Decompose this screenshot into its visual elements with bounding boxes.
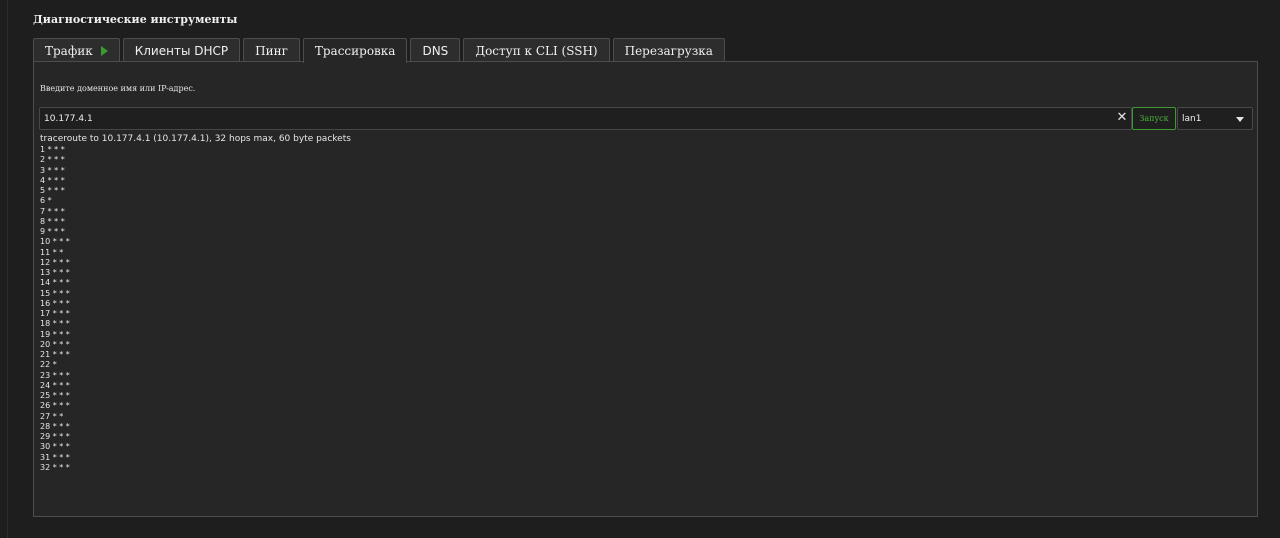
hop-line: 9 * * * bbox=[40, 227, 65, 236]
hop-line: 5 * * * bbox=[40, 186, 65, 195]
hop-line: 29 * * * bbox=[40, 432, 70, 441]
hop-line: 24 * * * bbox=[40, 380, 70, 390]
hop-line: 22 * bbox=[40, 360, 57, 370]
hop-line: 25 * * * bbox=[40, 391, 70, 400]
hop-line: 20 * * * bbox=[40, 339, 70, 349]
hop-line: 21 * * * bbox=[40, 350, 70, 359]
host-input[interactable] bbox=[39, 107, 1132, 130]
output-header-line: traceroute to 10.177.4.1 (10.177.4.1), 3… bbox=[40, 134, 351, 144]
hop-list: 1 * * * 2 * * * 3 * * * 4 * * * 5 * * * 6 * 7 … bbox=[40, 145, 1240, 473]
tab-bar: Трафик Клиенты DHCP Пинг Трассировка DNS… bbox=[33, 38, 725, 63]
tab-reboot-label: Перезагрузка bbox=[624, 43, 713, 58]
interface-select[interactable]: lan1 bbox=[1177, 107, 1253, 130]
hop-line: 30 * * * bbox=[40, 442, 70, 452]
hop-line: 7 * * * bbox=[40, 206, 65, 216]
close-icon[interactable]: ✕ bbox=[1115, 110, 1129, 126]
tab-dns[interactable]: DNS bbox=[410, 38, 461, 62]
tab-traceroute[interactable]: Трассировка bbox=[302, 38, 408, 63]
hop-line: 11 * * bbox=[40, 247, 64, 257]
hop-line: 2 * * * bbox=[40, 155, 65, 165]
tab-reboot[interactable]: Перезагрузка bbox=[612, 38, 725, 62]
section-title: Диагностические инструменты bbox=[33, 13, 238, 26]
play-icon bbox=[100, 45, 108, 56]
traceroute-form: ✕ Запуск lan1 bbox=[39, 107, 1253, 130]
tab-traceroute-label: Трассировка bbox=[314, 44, 396, 58]
hop-line: 14 * * * bbox=[40, 278, 70, 288]
tab-traffic-label: Трафик bbox=[45, 43, 93, 58]
tab-ping-label: Пинг bbox=[255, 43, 288, 58]
hop-line: 13 * * * bbox=[40, 268, 70, 277]
hop-line: 19 * * * bbox=[40, 329, 70, 339]
tab-cli-ssh-label: Доступ к CLI (SSH) bbox=[475, 43, 598, 58]
start-button[interactable]: Запуск bbox=[1132, 107, 1176, 130]
hop-line: 15 * * * bbox=[40, 288, 70, 298]
host-prompt-label: Введите доменное имя или IP-адрес. bbox=[40, 84, 196, 93]
hop-line: 4 * * * bbox=[40, 175, 65, 185]
traceroute-panel: Введите доменное имя или IP-адрес. ✕ Зап… bbox=[33, 61, 1258, 517]
traceroute-output: traceroute to 10.177.4.1 (10.177.4.1), 3… bbox=[40, 134, 1240, 473]
hop-line: 12 * * * bbox=[40, 257, 70, 267]
hop-line: 28 * * * bbox=[40, 421, 70, 431]
hop-line: 18 * * * bbox=[40, 319, 70, 329]
interface-select-value: lan1 bbox=[1182, 113, 1202, 124]
hop-line: 8 * * * bbox=[40, 216, 65, 226]
hop-line: 6 * bbox=[40, 196, 52, 206]
hop-line: 32 * * * bbox=[40, 462, 70, 472]
chevron-down-icon bbox=[1236, 117, 1244, 122]
tab-cli-ssh[interactable]: Доступ к CLI (SSH) bbox=[463, 38, 610, 62]
tab-ping[interactable]: Пинг bbox=[243, 38, 300, 62]
hop-line: 1 * * * bbox=[40, 145, 65, 154]
hop-line: 17 * * * bbox=[40, 309, 70, 318]
left-divider bbox=[7, 0, 8, 538]
tab-traffic[interactable]: Трафик bbox=[33, 38, 120, 62]
hop-line: 16 * * * bbox=[40, 298, 70, 308]
hop-line: 10 * * * bbox=[40, 237, 70, 247]
hop-line: 3 * * * bbox=[40, 165, 65, 175]
hop-line: 23 * * * bbox=[40, 370, 70, 380]
hop-line: 31 * * * bbox=[40, 452, 70, 462]
tab-dhcp-clients[interactable]: Клиенты DHCP bbox=[122, 38, 241, 62]
tab-dhcp-clients-label: Клиенты DHCP bbox=[134, 43, 229, 58]
tab-dns-label: DNS bbox=[422, 43, 449, 58]
hop-line: 27 * * bbox=[40, 411, 64, 421]
hop-line: 26 * * * bbox=[40, 401, 70, 411]
